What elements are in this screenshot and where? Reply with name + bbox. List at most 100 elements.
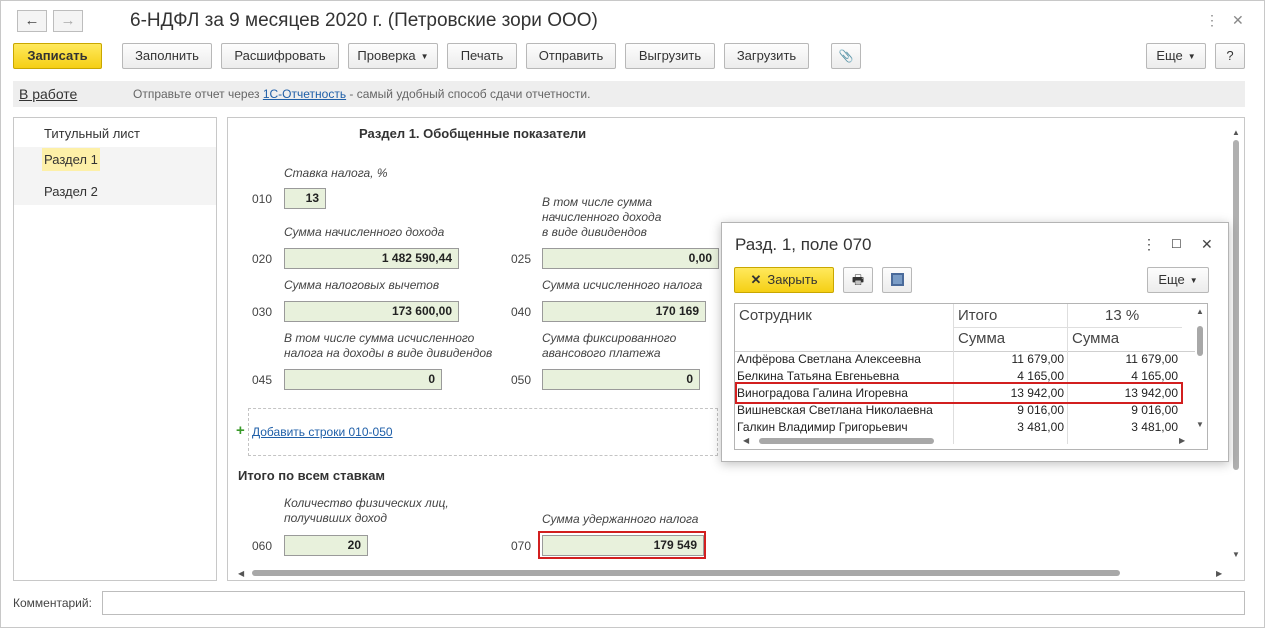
table-row-total[interactable]: 3 481,00 <box>954 419 1064 436</box>
paperclip-icon: 📎 <box>838 49 854 63</box>
forward-arrow-icon: → <box>60 12 76 29</box>
scroll-left-icon[interactable]: ◀ <box>238 569 244 578</box>
line-010-field[interactable]: 13 <box>284 188 326 209</box>
close-icon[interactable]: ✕ <box>1232 12 1244 29</box>
section-title: Раздел 1. Обобщенные показатели <box>359 126 587 141</box>
comment-input[interactable] <box>102 591 1245 615</box>
line-030-field[interactable]: 173 600,00 <box>284 301 459 322</box>
status-link[interactable]: В работе <box>19 86 77 102</box>
table-vertical-scrollbar[interactable] <box>1197 326 1203 356</box>
label-line: получивших доход <box>284 511 387 525</box>
horizontal-scroll-thumb[interactable] <box>252 570 1120 576</box>
scroll-right-icon[interactable]: ▶ <box>1216 569 1222 578</box>
popup-more-button[interactable]: Еще ▼ <box>1147 267 1209 293</box>
sidebar-item-section-2[interactable]: Раздел 2 <box>14 176 216 205</box>
reporting-link[interactable]: 1С-Отчетность <box>263 87 346 101</box>
subheader-divider <box>954 327 1182 328</box>
attach-button[interactable]: 📎 <box>831 43 861 69</box>
table-row-name[interactable]: Алфёрова Светлана Алексеевна <box>737 351 952 368</box>
sections-sidebar: Титульный лист Раздел 1 Раздел 2 <box>13 117 217 581</box>
table-scroll-down-icon[interactable]: ▼ <box>1196 420 1204 429</box>
table-row-rate[interactable]: 9 016,00 <box>1068 402 1178 419</box>
more-button[interactable]: Еще ▼ <box>1146 43 1206 69</box>
back-button[interactable]: ← <box>17 10 47 32</box>
popup-title: Разд. 1, поле 070 <box>735 235 872 254</box>
scroll-down-icon[interactable]: ▼ <box>1232 550 1240 559</box>
decode-button[interactable]: Расшифровать <box>221 43 339 69</box>
sidebar-item-label: Раздел 2 <box>44 184 98 199</box>
line-025-field[interactable]: 0,00 <box>542 248 719 269</box>
line-code-040: 040 <box>511 305 532 319</box>
scroll-up-icon[interactable]: ▲ <box>1232 128 1240 137</box>
sidebar-item-section-1[interactable]: Раздел 1 <box>14 147 216 176</box>
horizontal-scrollbar[interactable] <box>246 570 1221 576</box>
export-button[interactable]: Выгрузить <box>625 43 715 69</box>
line-code-060: 060 <box>252 539 273 553</box>
page-title: 6-НДФЛ за 9 месяцев 2020 г. (Петровские … <box>130 10 598 31</box>
maximize-icon[interactable]: ☐ <box>1171 237 1182 251</box>
col-header-rate-sum[interactable]: Сумма <box>1072 330 1119 347</box>
popup-save-button[interactable] <box>882 267 912 293</box>
line-060-label: Количество физических лиц, получивших до… <box>284 496 449 526</box>
info-bar: В работе Отправьте отчет через 1С-Отчетн… <box>13 81 1245 107</box>
sidebar-item-title-page[interactable]: Титульный лист <box>14 118 216 147</box>
table-row-name[interactable]: Вишневская Светлана Николаевна <box>737 402 952 419</box>
back-arrow-icon: ← <box>24 12 40 29</box>
label-line: В том числе сумма <box>542 195 653 209</box>
table-row-total[interactable]: 9 016,00 <box>954 402 1064 419</box>
vertical-scrollbar[interactable] <box>1233 140 1239 470</box>
popup-close-icon[interactable]: ✕ <box>1201 236 1213 253</box>
col-header-total[interactable]: Итого <box>958 307 997 324</box>
table-scroll-left-icon[interactable]: ◀ <box>743 436 749 445</box>
comment-label: Комментарий: <box>13 596 92 610</box>
info-text-before: Отправьте отчет через <box>133 87 263 101</box>
line-code-020: 020 <box>252 252 273 266</box>
line-code-045: 045 <box>252 373 273 387</box>
table-scroll-up-icon[interactable]: ▲ <box>1196 307 1204 316</box>
more-label: Еще <box>1156 48 1183 63</box>
line-050-field[interactable]: 0 <box>542 369 700 390</box>
line-045-label: В том числе сумма исчисленного налога на… <box>284 331 492 361</box>
col-header-rate[interactable]: 13 % <box>1105 307 1139 324</box>
send-button[interactable]: Отправить <box>526 43 616 69</box>
line-045-field[interactable]: 0 <box>284 369 442 390</box>
close-button-label: Закрыть <box>767 272 818 287</box>
table-horizontal-scrollbar[interactable] <box>759 438 934 444</box>
label-line: налога на доходы в виде дивидендов <box>284 346 493 360</box>
plus-icon[interactable]: + <box>236 422 245 439</box>
floppy-disk-icon <box>890 273 904 286</box>
table-scroll-right-icon[interactable]: ▶ <box>1179 436 1185 445</box>
line-030-label: Сумма налоговых вычетов <box>284 278 440 292</box>
forward-button[interactable]: → <box>53 10 83 32</box>
add-rows-link[interactable]: Добавить строки 010-050 <box>252 425 393 439</box>
line-070-highlight <box>538 531 706 559</box>
print-button[interactable]: Печать <box>447 43 517 69</box>
table-row-rate[interactable]: 11 679,00 <box>1068 351 1179 368</box>
line-060-field[interactable]: 20 <box>284 535 368 556</box>
label-line: начисленного дохода <box>542 210 662 224</box>
save-button[interactable]: Записать <box>13 43 102 69</box>
sidebar-item-label: Раздел 1 <box>42 148 100 171</box>
table-row-total[interactable]: 11 679,00 <box>954 351 1065 368</box>
label-line: Сумма фиксированного <box>542 331 677 345</box>
popup-close-button[interactable]: ✕ Закрыть <box>734 267 834 293</box>
more-vert-icon[interactable]: ⋮ <box>1205 12 1219 29</box>
popup-print-button[interactable]: 🖶 <box>843 267 873 293</box>
line-025-label: В том числе сумма начисленного дохода в … <box>542 195 661 240</box>
col-header-total-sum[interactable]: Сумма <box>958 330 1005 347</box>
totals-title: Итого по всем ставкам <box>238 468 386 483</box>
help-button[interactable]: ? <box>1215 43 1245 69</box>
field-decode-popup: Разд. 1, поле 070 ⋮ ☐ ✕ ✕ Закрыть 🖶 Еще ▼ … <box>721 222 1229 462</box>
col-header-employee[interactable]: Сотрудник <box>739 307 812 324</box>
table-row-rate[interactable]: 3 481,00 <box>1068 419 1178 436</box>
line-020-field[interactable]: 1 482 590,44 <box>284 248 459 269</box>
more-vert-icon[interactable]: ⋮ <box>1142 236 1156 253</box>
line-040-field[interactable]: 170 169 <box>542 301 706 322</box>
check-label: Проверка <box>357 48 416 63</box>
import-button[interactable]: Загрузить <box>724 43 809 69</box>
fill-button[interactable]: Заполнить <box>122 43 212 69</box>
caret-down-icon: ▼ <box>1189 276 1198 285</box>
line-code-010: 010 <box>252 192 273 206</box>
check-dropdown-button[interactable]: Проверка ▼ <box>348 43 438 69</box>
table-row-name[interactable]: Галкин Владимир Григорьевич <box>737 419 952 436</box>
